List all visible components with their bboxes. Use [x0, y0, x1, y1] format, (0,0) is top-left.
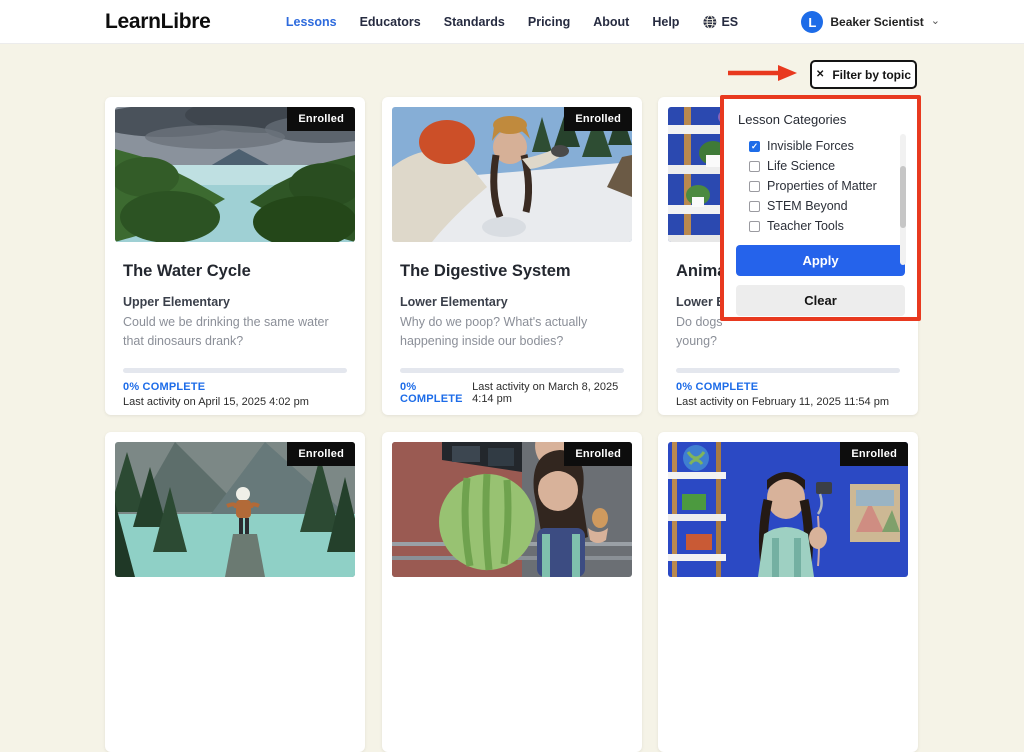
lesson-card-row2-3[interactable]: Enrolled [658, 432, 918, 752]
card-body: The Water Cycle Upper Elementary Could w… [105, 262, 365, 408]
checkbox-icon[interactable]: ✓ [749, 180, 760, 192]
clear-button[interactable]: Clear [736, 285, 905, 316]
card-meta: 0% COMPLETE Last activity on April 15, 2… [123, 381, 347, 408]
last-activity: Last activity on February 11, 2025 11:54… [676, 395, 889, 408]
nav-item-pricing[interactable]: Pricing [528, 15, 570, 29]
progress-label: 0% COMPLETE [123, 380, 206, 393]
user-name: Beaker Scientist [830, 15, 924, 29]
avatar: L [801, 11, 824, 33]
card-grade-level: Upper Elementary [123, 295, 230, 309]
scrollbar-track[interactable] [900, 134, 906, 265]
card-description: Why do we poop? What's actually happenin… [400, 315, 588, 349]
option-teacher-tools[interactable]: ✓ Teacher Tools [749, 216, 905, 236]
globe-icon [703, 15, 716, 29]
option-label: STEM Beyond [767, 199, 848, 213]
nav-item-lessons[interactable]: Lessons [286, 15, 337, 29]
card-thumbnail[interactable]: Enrolled [668, 442, 908, 577]
card-body: The Digestive System Lower Elementary Wh… [382, 262, 642, 405]
progress-label: 0% COMPLETE [676, 380, 759, 393]
chevron-down-icon: ⌄ [930, 14, 940, 27]
nav-item-standards[interactable]: Standards [444, 15, 505, 29]
checkbox-icon[interactable]: ✓ [749, 200, 760, 212]
option-label: Invisible Forces [767, 139, 854, 153]
progress-label: 0% COMPLETE [400, 380, 463, 405]
nav-item-educators[interactable]: Educators [360, 15, 421, 29]
card-thumbnail[interactable]: Enrolled [392, 442, 632, 577]
card-thumbnail[interactable]: Enrolled [115, 442, 355, 577]
card-title[interactable]: The Digestive System [400, 262, 624, 281]
option-label: Teacher Tools [767, 219, 844, 233]
enrolled-badge: Enrolled [564, 107, 632, 131]
option-invisible-forces[interactable]: ✓ Invisible Forces [749, 136, 905, 156]
option-life-science[interactable]: ✓ Life Science [749, 156, 905, 176]
card-description: Could we be drinking the same water that… [123, 315, 329, 349]
card-meta: 0% COMPLETE Last activity on March 8, 20… [400, 381, 624, 405]
last-activity: Last activity on March 8, 2025 4:14 pm [472, 380, 619, 405]
option-label: Properties of Matter [767, 179, 877, 193]
card-thumbnail[interactable]: Enrolled [115, 107, 355, 242]
progress-bar [676, 367, 900, 373]
description-line: young? [676, 334, 718, 349]
nav-item-help[interactable]: Help [652, 15, 679, 29]
last-activity: Last activity on April 15, 2025 4:02 pm [123, 395, 309, 408]
checkbox-icon[interactable]: ✓ [749, 220, 760, 232]
language-label: ES [721, 15, 739, 29]
option-properties-of-matter[interactable]: ✓ Properties of Matter [749, 176, 905, 196]
lesson-card-row2-2[interactable]: Enrolled [382, 432, 642, 752]
enrolled-badge: Enrolled [287, 442, 355, 466]
lesson-card-digestive-system[interactable]: Enrolled The Digestive System Lower Elem… [382, 97, 642, 415]
card-thumbnail[interactable]: Enrolled [392, 107, 632, 242]
lesson-card-water-cycle[interactable]: Enrolled The Water Cycle Upper Elementar… [105, 97, 365, 415]
nav-item-about[interactable]: About [593, 15, 629, 29]
card-grade-level: Lower Elementary [400, 295, 508, 309]
red-annotation-arrow [728, 65, 797, 81]
user-menu[interactable]: L Beaker Scientist ⌄ [801, 0, 940, 44]
apply-button[interactable]: Apply [736, 245, 905, 276]
main-nav: Lessons Educators Standards Pricing Abou… [286, 0, 738, 44]
enrolled-badge: Enrolled [287, 107, 355, 131]
card-meta: 0% COMPLETE Last activity on February 11… [676, 381, 900, 408]
option-stem-beyond[interactable]: ✓ STEM Beyond [749, 196, 905, 216]
filter-panel-title: Lesson Categories [738, 112, 847, 127]
category-options-list: ✓ Invisible Forces ✓ Life Science ✓ Prop… [749, 136, 905, 236]
progress-bar [400, 367, 624, 373]
app-logo[interactable]: LearnLibre [105, 10, 211, 34]
filter-by-topic-button[interactable]: ✕ Filter by topic [810, 60, 917, 89]
option-label: Life Science [767, 159, 836, 173]
checkbox-icon[interactable]: ✓ [749, 160, 760, 172]
progress-bar [123, 367, 347, 373]
scrollbar-thumb[interactable] [900, 166, 906, 228]
checkbox-icon[interactable]: ✓ [749, 140, 760, 152]
language-switcher[interactable]: ES [702, 15, 738, 29]
enrolled-badge: Enrolled [564, 442, 632, 466]
lesson-card-row2-1[interactable]: Enrolled [105, 432, 365, 752]
check-icon: ✓ [750, 140, 759, 151]
filter-button-label: Filter by topic [832, 67, 912, 82]
navbar: LearnLibre Lessons Educators Standards P… [0, 0, 1024, 44]
filter-panel: Lesson Categories ✓ Invisible Forces ✓ L… [720, 95, 921, 321]
enrolled-badge: Enrolled [840, 442, 908, 466]
close-icon: ✕ [815, 69, 825, 80]
card-title[interactable]: The Water Cycle [123, 262, 347, 281]
